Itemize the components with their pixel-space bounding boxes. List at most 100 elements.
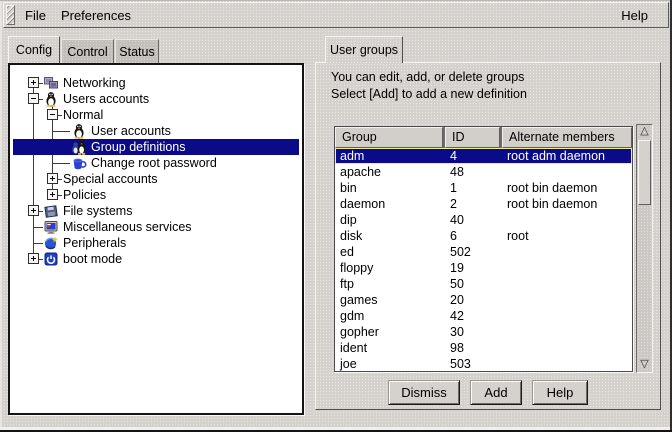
tree-row-miscellaneous-services[interactable]: Miscellaneous services <box>13 219 299 235</box>
table-row-games[interactable]: games20 <box>335 292 632 308</box>
tab-user-groups[interactable]: User groups <box>325 36 403 63</box>
tree-row-label: Users accounts <box>63 92 149 106</box>
add-button[interactable]: Add <box>470 380 522 405</box>
user-groups-panel: You can edit, add, or delete groups Sele… <box>315 62 661 410</box>
menu-item-help[interactable]: Help <box>618 6 651 25</box>
tab-config[interactable]: Config <box>8 36 60 63</box>
tree-row-special-accounts[interactable]: Special accounts <box>13 171 299 187</box>
column-header-group[interactable]: Group <box>335 127 443 148</box>
cell-id: 40 <box>445 212 502 228</box>
tree-row-label: Normal <box>63 108 103 122</box>
tree-row-label: Peripherals <box>63 236 126 250</box>
table-row-gdm[interactable]: gdm42 <box>335 308 632 324</box>
cell-alternate-members <box>502 340 632 356</box>
tree-row-users-accounts[interactable]: Users accounts <box>13 91 299 107</box>
tree-row-peripherals[interactable]: Peripherals <box>13 235 299 251</box>
cell-id: 502 <box>445 244 502 260</box>
cell-id: 42 <box>445 308 502 324</box>
tree-expander-plus-icon[interactable] <box>47 173 58 184</box>
cell-alternate-members <box>502 356 632 371</box>
menu-item-file[interactable]: File <box>22 6 49 25</box>
groups-table: GroupIDAlternate members adm4root adm da… <box>334 126 633 372</box>
cell-group: ident <box>335 340 445 356</box>
table-row-floppy[interactable]: floppy19 <box>335 260 632 276</box>
cell-alternate-members <box>502 164 632 180</box>
menu-items: File Preferences <box>4 6 134 25</box>
menubar-grip-handle[interactable] <box>6 5 15 25</box>
tree-row-label: File systems <box>63 204 132 218</box>
tree-row-label: boot mode <box>63 252 122 266</box>
tree-row-label: Group definitions <box>91 140 186 154</box>
tree-row-boot-mode[interactable]: boot mode <box>13 251 299 267</box>
network-icon <box>43 75 59 91</box>
menu-right: Help <box>618 6 668 25</box>
tab-control[interactable]: Control <box>61 39 114 63</box>
table-row-ident[interactable]: ident98 <box>335 340 632 356</box>
scroll-down-icon[interactable]: ▽ <box>637 358 652 371</box>
scroll-up-icon[interactable]: △ <box>637 125 652 138</box>
table-row-bin[interactable]: bin1root bin daemon <box>335 180 632 196</box>
scrollbar-thumb[interactable] <box>638 140 651 205</box>
config-tree-panel: NetworkingUsers accounts Normal User accou… <box>8 63 304 415</box>
tab-status[interactable]: Status <box>115 39 159 63</box>
panel-instruction-line1: You can edit, add, or delete groups <box>331 70 524 84</box>
tree-expander-plus-icon[interactable] <box>28 253 39 264</box>
table-row-dip[interactable]: dip40 <box>335 212 632 228</box>
groups-table-body: adm4root adm daemonapache48bin1root bin … <box>335 148 632 371</box>
tree-row-networking[interactable]: Networking <box>13 75 299 91</box>
tree-expander-minus-icon[interactable] <box>47 109 58 120</box>
cell-id: 1 <box>445 180 502 196</box>
column-header-id[interactable]: ID <box>445 127 500 148</box>
tree-row-label: Policies <box>63 188 106 202</box>
cell-id: 50 <box>445 276 502 292</box>
cell-group: joe <box>335 356 445 371</box>
cell-alternate-members <box>502 244 632 260</box>
tree-row-user-accounts[interactable]: User accounts <box>13 123 299 139</box>
table-row-ftp[interactable]: ftp50 <box>335 276 632 292</box>
penguin-icon <box>71 123 87 139</box>
table-row-joe[interactable]: joe503 <box>335 356 632 371</box>
tree-row-normal[interactable]: Normal <box>13 107 299 123</box>
cell-alternate-members: root bin daemon <box>502 196 632 212</box>
table-row-adm[interactable]: adm4root adm daemon <box>335 148 632 164</box>
config-tree: NetworkingUsers accounts Normal User accou… <box>13 68 299 410</box>
tree-row-label: User accounts <box>91 124 171 138</box>
table-row-daemon[interactable]: daemon2root bin daemon <box>335 196 632 212</box>
tree-row-label: Miscellaneous services <box>63 220 192 234</box>
tree-row-group-definitions[interactable]: Group definitions <box>13 139 299 155</box>
cell-alternate-members: root <box>502 228 632 244</box>
penguin-group-icon <box>71 139 87 155</box>
tree-expander-plus-icon[interactable] <box>47 189 58 200</box>
dismiss-button[interactable]: Dismiss <box>388 380 460 405</box>
table-row-ed[interactable]: ed502 <box>335 244 632 260</box>
cell-group: dip <box>335 212 445 228</box>
cell-group: daemon <box>335 196 445 212</box>
table-row-disk[interactable]: disk6root <box>335 228 632 244</box>
help-button[interactable]: Help <box>532 380 588 405</box>
cell-id: 19 <box>445 260 502 276</box>
cell-alternate-members <box>502 308 632 324</box>
table-scrollbar[interactable]: △ ▽ <box>636 124 653 373</box>
cell-id: 4 <box>445 148 502 164</box>
cell-id: 20 <box>445 292 502 308</box>
tree-row-file-systems[interactable]: File systems <box>13 203 299 219</box>
monitor-icon <box>43 219 59 235</box>
cell-group: gopher <box>335 324 445 340</box>
table-row-apache[interactable]: apache48 <box>335 164 632 180</box>
menu-item-preferences[interactable]: Preferences <box>58 6 134 25</box>
tree-row-change-root-password[interactable]: Change root password <box>13 155 299 171</box>
tree-expander-plus-icon[interactable] <box>28 205 39 216</box>
tree-row-label: Change root password <box>91 156 217 170</box>
tree-row-policies[interactable]: Policies <box>13 187 299 203</box>
table-row-gopher[interactable]: gopher30 <box>335 324 632 340</box>
tree-expander-plus-icon[interactable] <box>28 77 39 88</box>
cell-alternate-members <box>502 212 632 228</box>
cell-alternate-members: root bin daemon <box>502 180 632 196</box>
groups-table-header: GroupIDAlternate members <box>335 127 632 148</box>
cell-id: 6 <box>445 228 502 244</box>
action-button-row: Dismiss Add Help <box>316 380 660 405</box>
column-header-alternate-members[interactable]: Alternate members <box>502 127 632 148</box>
cell-id: 98 <box>445 340 502 356</box>
cell-group: adm <box>335 148 445 164</box>
tree-expander-minus-icon[interactable] <box>28 93 39 104</box>
